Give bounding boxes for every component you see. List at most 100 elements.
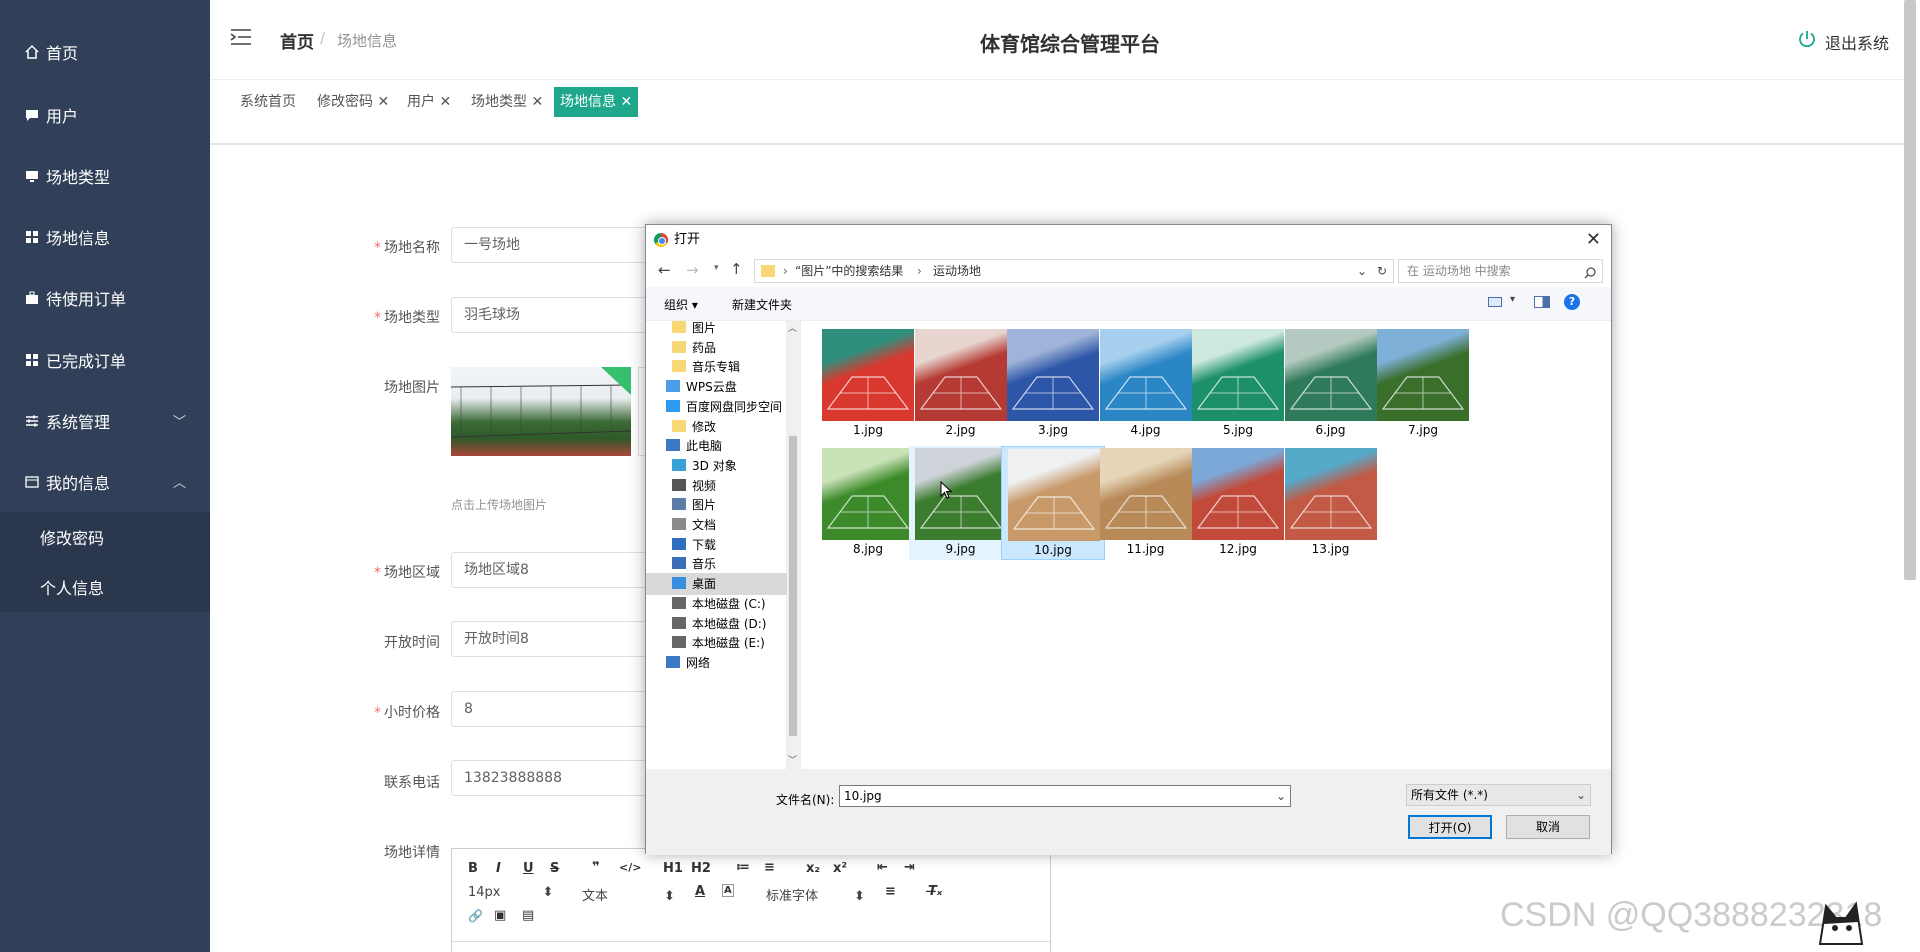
sidebar-item-venue-info[interactable]: 场地信息 (0, 206, 210, 267)
address-bar[interactable]: › “图片”中的搜索结果 › 运动场地 ⌄ ↻ (754, 259, 1394, 283)
code-button[interactable]: </> (619, 861, 641, 874)
up-arrow-icon[interactable]: ↑ (730, 260, 743, 278)
close-icon[interactable]: ✕ (531, 94, 543, 110)
organize-button[interactable]: 组织 ▾ (664, 296, 698, 313)
address-dropdown-icon[interactable]: ⌄ (1357, 260, 1367, 282)
video-button[interactable]: ▤ (522, 908, 534, 923)
tree-item[interactable]: 音乐专辑 (646, 356, 787, 378)
tree-item[interactable]: 本地磁盘 (E:) (646, 632, 787, 654)
tree-item[interactable]: 下载 (646, 534, 787, 556)
submenu-item-profile[interactable]: 个人信息 (0, 562, 210, 612)
new-folder-button[interactable]: 新建文件夹 (732, 296, 792, 313)
file-item[interactable]: 8.jpg (816, 446, 920, 560)
tree-item[interactable]: 图片 (646, 494, 787, 516)
sidebar-item-my-info[interactable]: 我的信息 ︿ (0, 451, 210, 512)
open-button[interactable]: 打开(O) (1408, 815, 1492, 839)
address-part[interactable]: 运动场地 (933, 260, 981, 282)
filename-input[interactable]: 10.jpg ⌄ (839, 785, 1291, 807)
background-color-button[interactable]: A (722, 884, 734, 897)
tree-scroll-up-icon[interactable]: ︿ (788, 321, 797, 334)
tree-item[interactable]: 百度网盘同步空间 (646, 396, 787, 418)
font-color-button[interactable]: A (695, 884, 705, 899)
view-dropdown-icon[interactable]: ▾ (1510, 294, 1515, 305)
tab-venue-types[interactable]: 场地类型 ✕ (465, 87, 549, 117)
venue-image-preview[interactable] (451, 367, 631, 456)
file-type-select[interactable]: 所有文件 (*.*) ⌄ (1406, 784, 1591, 806)
ordered-list-button[interactable]: ≔ (736, 860, 750, 875)
tree-item[interactable]: 本地磁盘 (C:) (646, 593, 787, 615)
help-icon[interactable]: ? (1564, 294, 1580, 310)
tree-item[interactable]: 此电脑 (646, 435, 787, 457)
refresh-icon[interactable]: ↻ (1377, 260, 1387, 282)
forward-arrow-icon[interactable]: → (686, 261, 699, 279)
file-item[interactable]: 6.jpg (1279, 327, 1383, 441)
cancel-button[interactable]: 取消 (1506, 815, 1590, 839)
close-icon[interactable]: ✕ (377, 94, 389, 110)
file-item[interactable]: 4.jpg (1094, 327, 1198, 441)
open-time-input[interactable]: 开放时间8 (451, 621, 671, 657)
h2-button[interactable]: H2 (691, 861, 711, 876)
search-input[interactable]: 在 运动场地 中搜索 (1398, 259, 1603, 283)
name-input[interactable]: 一号场地 (451, 227, 671, 263)
sidebar-item-system[interactable]: 系统管理 ﹀ (0, 390, 210, 451)
page-scrollbar[interactable] (1904, 0, 1916, 580)
view-options-icon[interactable] (1488, 297, 1502, 307)
indent-button[interactable]: ⇥ (904, 860, 915, 875)
rich-text-editor[interactable]: B I U S ❞ </> H1 H2 ≔ ≡ x₂ x² ⇤ ⇥ 14px ⬍ … (451, 848, 1051, 952)
file-item[interactable]: 9.jpg (908, 446, 1013, 560)
back-arrow-icon[interactable]: ← (658, 261, 671, 279)
file-item[interactable]: 10.jpg (1001, 446, 1105, 560)
file-item[interactable]: 7.jpg (1371, 327, 1475, 441)
tree-item[interactable]: 本地磁盘 (D:) (646, 613, 787, 635)
tree-item[interactable]: 文档 (646, 514, 787, 536)
tab-home[interactable]: 系统首页 (234, 87, 302, 117)
outdent-button[interactable]: ⇤ (877, 860, 888, 875)
text-style-select[interactable]: 文本 ⬍ (582, 885, 675, 904)
tree-item[interactable]: 视频 (646, 475, 787, 497)
breadcrumb-home[interactable]: 首页 (280, 28, 314, 53)
font-size-select[interactable]: 14px ⬍ (468, 885, 553, 900)
superscript-button[interactable]: x² (833, 861, 847, 876)
link-button[interactable]: 🔗 (468, 909, 483, 923)
tree-item[interactable]: 音乐 (646, 553, 787, 575)
tree-item[interactable]: 网络 (646, 652, 787, 674)
close-icon[interactable]: ✕ (439, 94, 451, 110)
search-icon[interactable] (1584, 264, 1596, 279)
sidebar-item-completed-orders[interactable]: 已完成订单 (0, 329, 210, 390)
subscript-button[interactable]: x₂ (806, 861, 820, 876)
tree-item[interactable]: WPS云盘 (646, 376, 787, 398)
h1-button[interactable]: H1 (663, 861, 683, 876)
sidebar-item-home[interactable]: 首页 (0, 21, 210, 82)
preview-pane-icon[interactable] (1534, 296, 1550, 308)
underline-button[interactable]: U (523, 861, 534, 876)
file-item[interactable]: 2.jpg (909, 327, 1013, 441)
tree-item[interactable]: 3D 对象 (646, 455, 787, 477)
sidebar-item-venue-types[interactable]: 场地类型 (0, 145, 210, 206)
sidebar-item-users[interactable]: 用户 (0, 84, 210, 145)
file-item[interactable]: 1.jpg (816, 327, 920, 441)
bullet-list-button[interactable]: ≡ (764, 860, 775, 875)
tree-item[interactable]: 药品 (646, 337, 787, 359)
phone-input[interactable]: 13823888888 (451, 760, 671, 796)
sidebar-item-pending-orders[interactable]: 待使用订单 (0, 267, 210, 328)
bold-button[interactable]: B (468, 861, 478, 876)
file-item[interactable]: 12.jpg (1186, 446, 1290, 560)
strike-button[interactable]: S (550, 861, 559, 876)
file-item[interactable]: 11.jpg (1094, 446, 1198, 560)
submenu-item-change-password[interactable]: 修改密码 (0, 512, 210, 562)
image-button[interactable]: ▣ (494, 908, 506, 923)
address-part[interactable]: “图片”中的搜索结果 (795, 260, 903, 282)
font-family-select[interactable]: 标准字体 ⬍ (766, 885, 865, 904)
price-input[interactable]: 8 (451, 691, 671, 727)
close-icon[interactable]: ✕ (1586, 229, 1601, 250)
file-item[interactable]: 3.jpg (1001, 327, 1105, 441)
tree-scroll-thumb[interactable] (789, 436, 797, 736)
chevron-down-icon[interactable]: ⌄ (1276, 786, 1286, 806)
italic-button[interactable]: I (496, 861, 501, 876)
type-select[interactable]: 羽毛球场﹀ (451, 297, 671, 333)
tab-users[interactable]: 用户 ✕ (401, 87, 457, 117)
tree-item[interactable]: 修改 (646, 416, 787, 438)
file-item[interactable]: 5.jpg (1186, 327, 1290, 441)
tree-scroll-down-icon[interactable]: ﹀ (788, 753, 797, 766)
quote-button[interactable]: ❞ (592, 860, 600, 875)
